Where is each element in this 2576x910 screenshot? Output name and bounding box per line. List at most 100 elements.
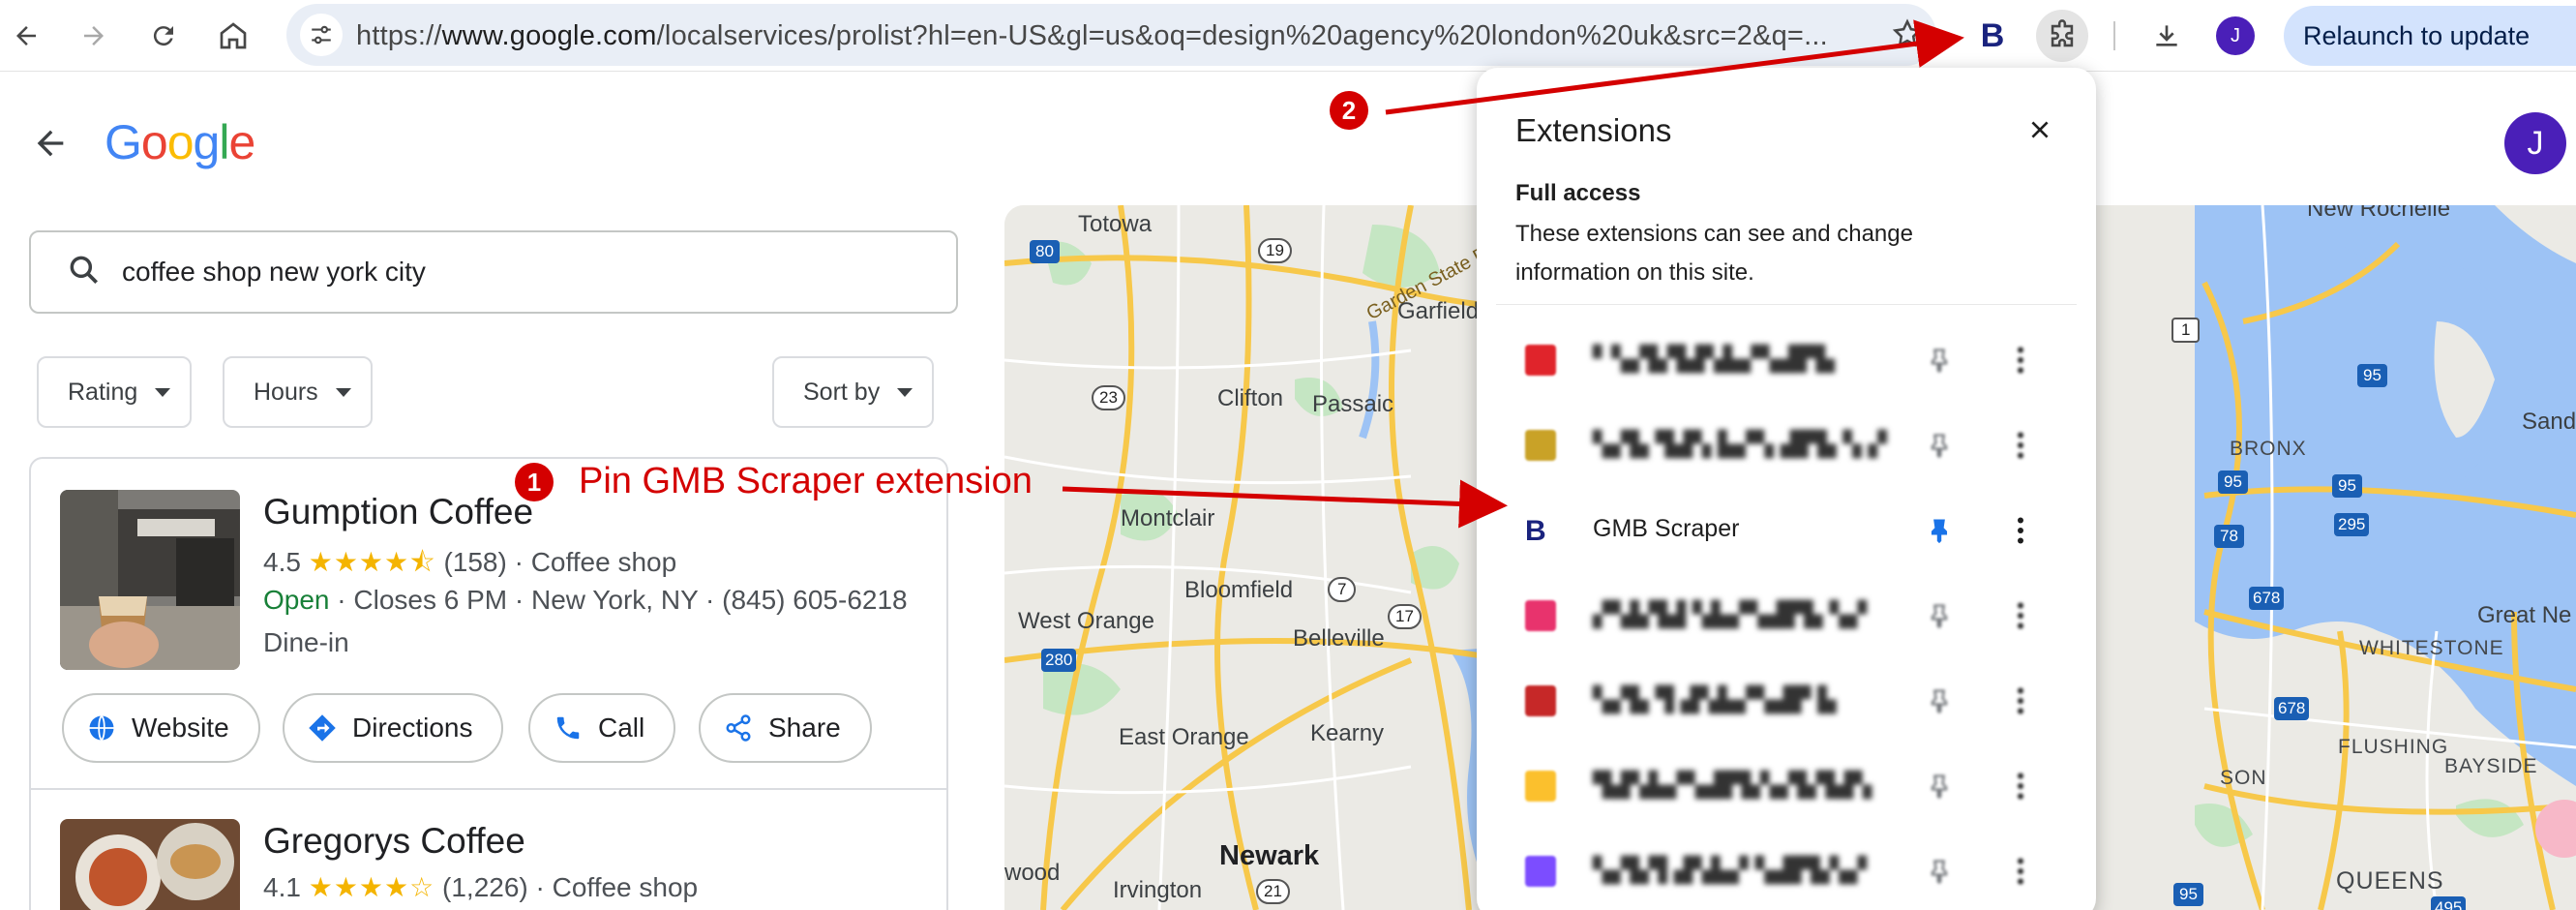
hours-filter[interactable]: Hours [223,356,373,428]
search-box[interactable]: coffee shop new york city [29,230,958,314]
interstate-shield: 495 [2431,896,2467,910]
result-divider [29,788,948,790]
google-logo[interactable]: Google [105,114,255,170]
sort-by-filter[interactable]: Sort by [772,356,935,428]
directions-button[interactable]: Directions [283,693,504,763]
rating-filter-label: Rating [68,378,138,406]
back-button[interactable] [0,10,52,62]
route-shield: 1 [2172,318,2201,343]
address-bar[interactable]: https://www.google.com/localservices/pro… [286,4,1936,66]
business-photo[interactable] [60,819,240,910]
website-button[interactable]: Website [62,693,260,763]
map-label: Belleville [1293,625,1385,652]
share-button[interactable]: Share [699,693,872,763]
interstate-shield: 295 [2334,513,2370,536]
extension-name: ▘▚▞▙▜▟▚▙▞▚▟▛▙ [1593,346,1835,373]
call-label: Call [598,713,645,743]
route-shield: 17 [1388,604,1422,629]
forward-arrow-icon [84,26,104,46]
business-photo[interactable] [60,490,240,670]
pin-icon[interactable] [1922,598,1957,633]
interstate-shield: 95 [2173,883,2203,906]
more-options-icon[interactable] [2003,683,2038,718]
rating-filter[interactable]: Rating [37,356,193,428]
account-avatar[interactable]: J [2504,112,2566,174]
map-label: Kearny [1310,720,1385,746]
route-shield: 7 [1328,577,1357,602]
google-logo-letter: o [140,115,168,169]
extensions-button[interactable] [2036,10,2088,62]
location: New York, NY [531,585,699,615]
review-count[interactable]: (1,226) [442,872,528,902]
back-arrow-icon [16,26,36,46]
google-logo-letter: l [219,115,229,169]
home-button[interactable] [207,10,259,62]
open-status: Open [263,585,330,615]
extension-row[interactable]: ▚▞▙ ▜ ▟▚▙▞▚▟▛ ▙ [1477,658,2096,743]
more-options-icon[interactable] [2003,854,2038,889]
full-access-description: These extensions can see and change info… [1515,221,1913,286]
star-rating-icon: ★★★★☆ [308,872,435,902]
more-options-icon[interactable] [2003,513,2038,548]
globe-icon [89,714,114,742]
close-button[interactable] [2019,108,2061,151]
reload-button[interactable] [137,10,190,62]
map-label: Clifton [1217,385,1284,411]
interstate-shield: 280 [1041,649,1077,672]
bookmark-star-icon[interactable] [1891,17,1924,55]
map-label: Passaic [1312,391,1394,417]
downloads-button[interactable] [2141,10,2193,62]
site-info-icon[interactable] [300,14,343,56]
profile-avatar[interactable]: J [2216,16,2255,55]
interstate-shield: 80 [1030,240,1060,263]
pin-icon[interactable] [1922,428,1957,463]
extension-icon [1525,600,1556,631]
extension-row[interactable]: ▚▞▙ ▜▟▚ ▙▞▚ ▟▛▙ ▚ ▞ [1477,403,2096,488]
pinned-icon[interactable] [1922,513,1957,548]
result-title[interactable]: Gregorys Coffee [263,821,525,862]
extension-icon [1525,345,1556,376]
phone-icon [556,716,580,740]
result-rating-line: 4.1 ★★★★☆ (1,226) · Coffee shop [263,872,699,902]
interstate-shield: 78 [2214,525,2244,548]
map-label: QUEENS [2336,867,2444,895]
pin-icon[interactable] [1922,769,1957,804]
step-1-badge: 1 [515,463,554,501]
extension-row[interactable]: ▘▚▞▙▜▟▚▙▞▚▟▛▙ [1477,318,2096,403]
pin-icon[interactable] [1922,343,1957,378]
route-shield: 21 [1256,879,1290,904]
result-hours-line: Open · Closes 6 PM · New York, NY · (845… [263,585,908,615]
forward-button[interactable] [68,10,120,62]
phone-number[interactable]: (845) 605-6218 [722,585,907,615]
search-icon [66,252,103,293]
relaunch-to-update-button[interactable]: Relaunch to update [2284,6,2576,66]
url-text: https://www.google.com/localservices/pro… [356,20,1828,51]
extension-name: GMB Scraper [1593,515,1740,542]
extension-row[interactable]: B GMB Scraper [1477,488,2096,573]
map-label: BRONX [2230,438,2307,460]
more-options-icon[interactable] [2003,343,2038,378]
closing-time: Closes 6 PM [353,585,508,615]
divider [1496,304,2077,305]
review-count[interactable]: (158) [443,547,506,577]
search-query: coffee shop new york city [122,257,426,287]
more-options-icon[interactable] [2003,428,2038,463]
result-rating-line: 4.5 ★★★★⯪ (158) · Coffee shop [263,547,677,577]
extension-row[interactable]: ▜▟▚▙▞▚▟▛▙▚▞▙▜▟▚ [1477,743,2096,829]
result-title[interactable]: Gumption Coffee [263,492,533,532]
extension-row[interactable]: ▚▞▙▜ ▟▚▙▞ ▚▟▛▙▚▞ [1477,829,2096,910]
dropdown-caret-icon [155,387,171,397]
pin-icon[interactable] [1922,683,1957,718]
extension-row[interactable]: ▞▚▙▜▟ ▚▙▞▚▟▛▙ ▚▞ [1477,573,2096,658]
relaunch-label: Relaunch to update [2303,20,2531,50]
dropdown-caret-icon [335,387,351,397]
share-icon [726,714,751,742]
map-label: wood [1004,860,1061,886]
more-options-icon[interactable] [2003,598,2038,633]
call-button[interactable]: Call [528,693,676,763]
page-back-button[interactable] [31,124,70,167]
pin-icon[interactable] [1922,854,1957,889]
interstate-shield: 95 [2357,364,2387,387]
more-options-icon[interactable] [2003,769,2038,804]
pinned-gmb-scraper-button[interactable]: B [1966,10,2019,62]
